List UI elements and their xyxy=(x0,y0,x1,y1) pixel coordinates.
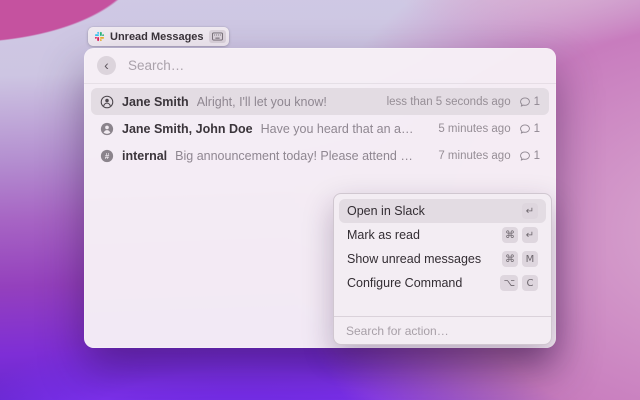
keyboard-shortcut-badge[interactable] xyxy=(209,30,226,43)
key-return: ↵ xyxy=(522,227,538,243)
action-open-in-slack[interactable]: Open in Slack ↵ xyxy=(339,199,546,223)
chat-bubble-icon xyxy=(519,96,531,108)
action-show-unread-messages[interactable]: Show unread messages ⌘ M xyxy=(339,247,546,271)
message-count: 1 xyxy=(519,150,540,162)
action-panel-items: Open in Slack ↵ Mark as read ⌘ ↵ Show un… xyxy=(334,194,551,300)
channel-hash-icon: # xyxy=(100,149,114,163)
message-sender: internal xyxy=(122,149,167,163)
chat-bubble-icon xyxy=(519,150,531,162)
key-command: ⌘ xyxy=(502,251,518,267)
list-item-message[interactable]: Jane Smith, John Doe Have you heard that… xyxy=(91,115,549,142)
back-button[interactable]: ‹ xyxy=(97,56,116,75)
action-mark-as-read[interactable]: Mark as read ⌘ ↵ xyxy=(339,223,546,247)
message-sender: Jane Smith, John Doe xyxy=(122,122,253,136)
slack-icon xyxy=(94,31,105,42)
action-panel: Open in Slack ↵ Mark as read ⌘ ↵ Show un… xyxy=(333,193,552,345)
people-circle-icon xyxy=(100,122,114,136)
action-panel-footer xyxy=(334,316,551,344)
key-option: ⌥ xyxy=(500,275,518,291)
message-timestamp: 7 minutes ago xyxy=(438,150,510,162)
search-input[interactable] xyxy=(126,57,543,74)
message-list: Jane Smith Alright, I'll let you know! l… xyxy=(84,84,556,173)
action-label: Mark as read xyxy=(347,228,498,242)
action-configure-command[interactable]: Configure Command ⌥ C xyxy=(339,271,546,295)
key-c: C xyxy=(522,275,538,291)
chat-bubble-icon xyxy=(519,123,531,135)
message-count: 1 xyxy=(519,96,540,108)
command-tag-label: Unread Messages xyxy=(110,31,204,43)
command-tag[interactable]: Unread Messages xyxy=(88,27,229,46)
key-command: ⌘ xyxy=(502,227,518,243)
message-preview: Alright, I'll let you know! xyxy=(197,95,327,109)
svg-text:#: # xyxy=(105,151,110,160)
desktop-wallpaper: Unread Messages ‹ xyxy=(0,0,640,400)
list-item-message[interactable]: # internal Big announcement today! Pleas… xyxy=(91,142,549,169)
action-label: Show unread messages xyxy=(347,252,498,266)
keyboard-icon xyxy=(212,32,223,41)
key-m: M xyxy=(522,251,538,267)
action-search-input[interactable] xyxy=(344,323,541,339)
message-sender: Jane Smith xyxy=(122,95,189,109)
person-circle-icon xyxy=(100,95,114,109)
search-bar: ‹ xyxy=(84,48,556,84)
message-count-value: 1 xyxy=(534,150,540,162)
message-timestamp: 5 minutes ago xyxy=(438,123,510,135)
message-count: 1 xyxy=(519,123,540,135)
message-preview: Big announcement today! Please attend th… xyxy=(175,149,414,163)
message-timestamp: less than 5 seconds ago xyxy=(387,96,511,108)
action-label: Configure Command xyxy=(347,276,496,290)
message-count-value: 1 xyxy=(534,96,540,108)
message-count-value: 1 xyxy=(534,123,540,135)
key-return: ↵ xyxy=(522,203,538,219)
message-preview: Have you heard that an announcement is c… xyxy=(261,122,415,136)
list-item-message[interactable]: Jane Smith Alright, I'll let you know! l… xyxy=(91,88,549,115)
action-label: Open in Slack xyxy=(347,204,518,218)
